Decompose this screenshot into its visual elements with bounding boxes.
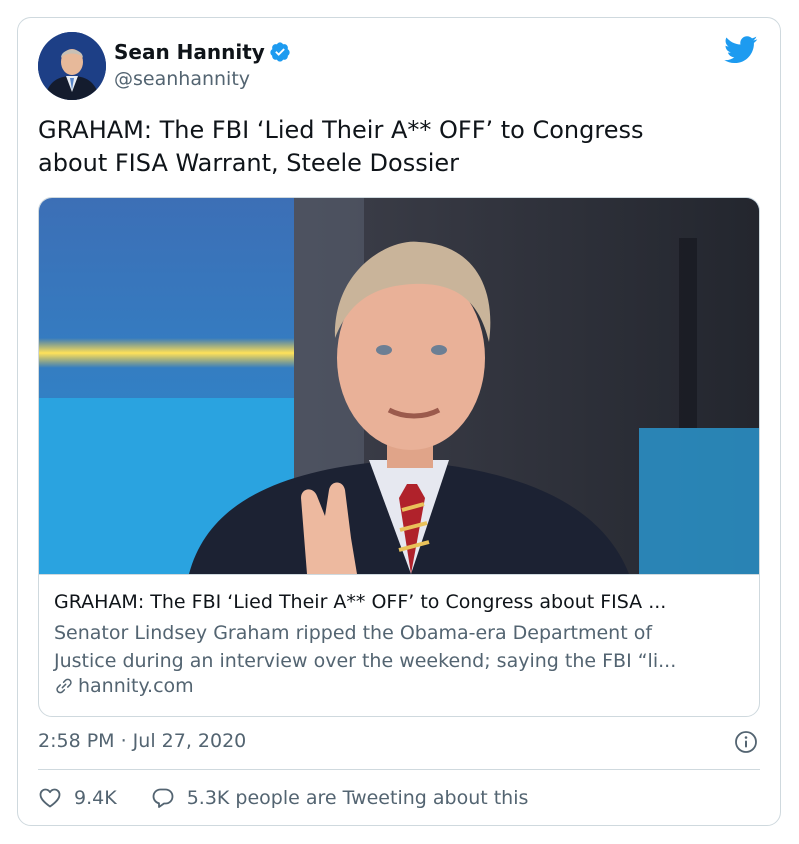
tweet-actions: 9.4K 5.3K people are Tweeting about this [38,786,528,810]
tweet-timestamp[interactable]: 2:58 PM · Jul 27, 2020 [38,730,246,752]
card-description: Senator Lindsey Graham ripped the Obama-… [54,619,744,675]
card-description-line-1: Senator Lindsey Graham ripped the Obama-… [54,622,653,644]
tweet-text-line-1: GRAHAM: The FBI ‘Lied Their A** OFF’ to … [38,116,644,144]
like-count: 9.4K [74,787,117,809]
tweet-text-line-2: about FISA Warrant, Steele Dossier [38,149,459,177]
card-domain[interactable]: hannity.com [54,675,194,697]
info-icon[interactable] [734,730,758,754]
news-photo[interactable] [39,198,759,574]
like-button[interactable]: 9.4K [38,786,117,810]
tweet-embed[interactable]: Sean Hannity @seanhannity GRAHAM: The FB… [17,17,781,826]
conversation-button[interactable]: 5.3K people are Tweeting about this [151,786,529,810]
tweet-text: GRAHAM: The FBI ‘Lied Their A** OFF’ to … [38,114,758,180]
link-card[interactable]: GRAHAM: The FBI ‘Lied Their A** OFF’ to … [38,197,760,717]
avatar[interactable] [38,32,106,100]
card-title[interactable]: GRAHAM: The FBI ‘Lied Their A** OFF’ to … [54,591,744,613]
author-name[interactable]: Sean Hannity [114,40,265,64]
link-icon [56,678,72,694]
twitter-bird-icon[interactable] [724,36,758,64]
card-body[interactable]: GRAHAM: The FBI ‘Lied Their A** OFF’ to … [39,574,759,716]
author-handle[interactable]: @seanhannity [114,68,250,90]
heart-icon [39,788,61,808]
avatar-photo [38,32,106,100]
reply-bubble-icon [152,788,174,808]
conversation-text: 5.3K people are Tweeting about this [186,787,529,809]
divider [38,769,760,770]
card-description-line-2: Justice during an interview over the wee… [54,650,677,672]
card-domain-text[interactable]: hannity.com [78,675,194,697]
verified-badge-icon [270,42,290,62]
